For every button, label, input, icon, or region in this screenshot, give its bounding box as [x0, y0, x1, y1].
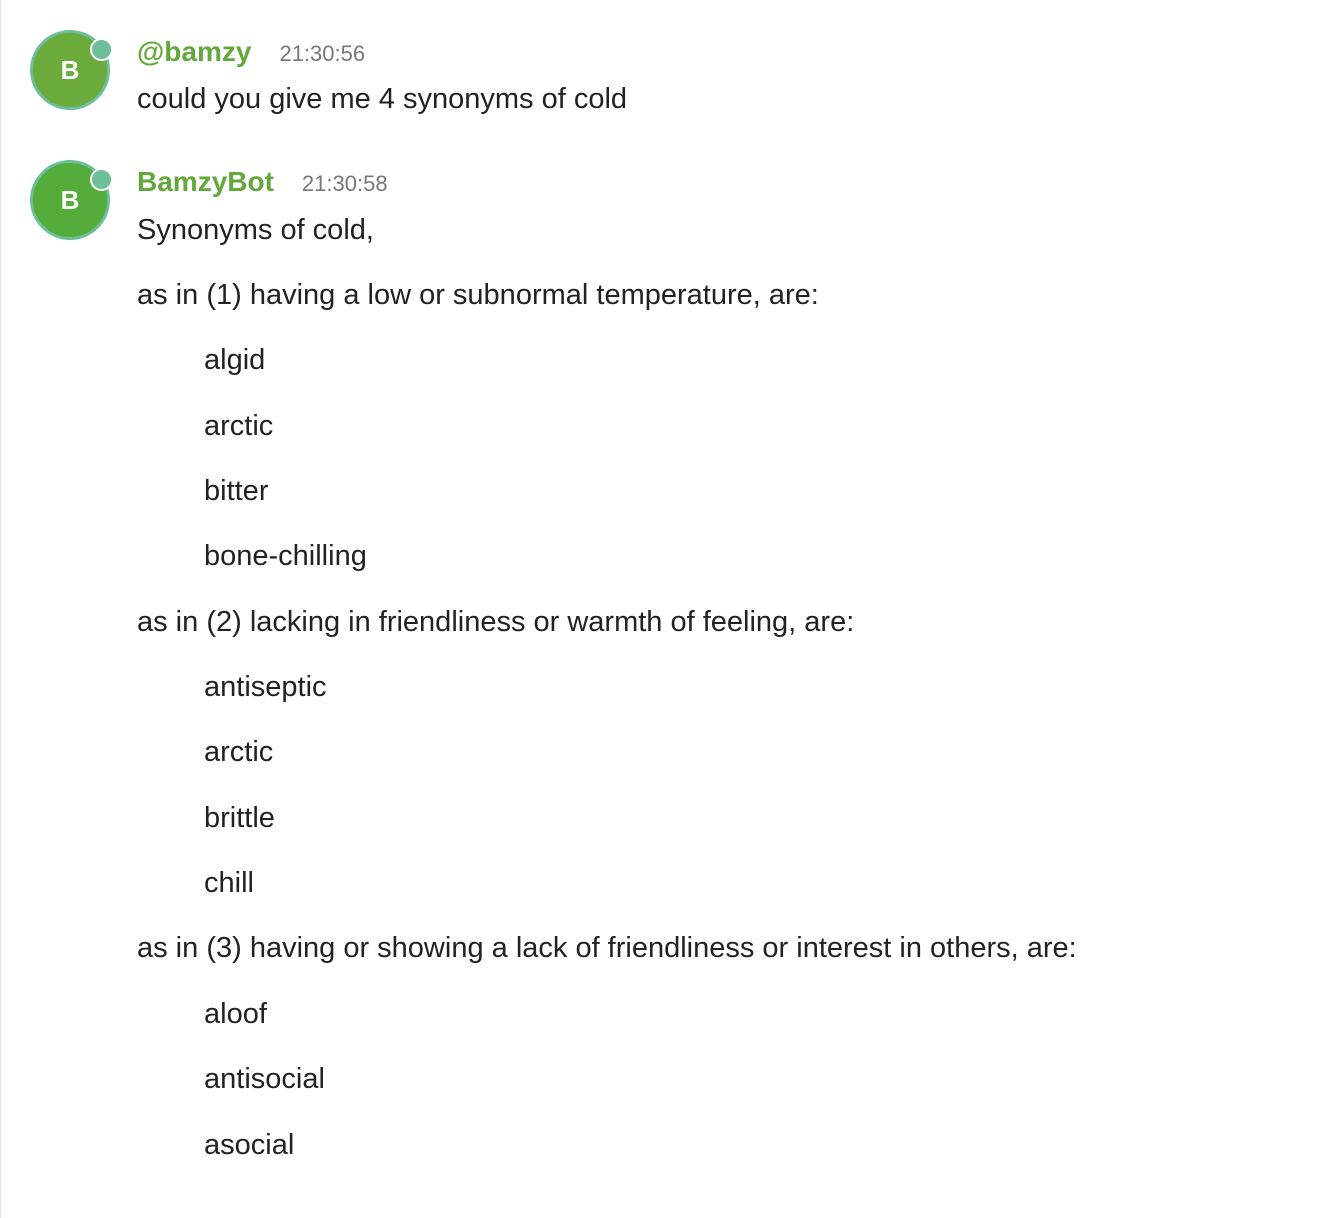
synonym-item: chill — [204, 867, 254, 899]
sense-heading: as in (3) having or showing a lack of fr… — [137, 932, 1077, 964]
sense-heading: as in (1) having a low or subnormal temp… — [137, 279, 819, 311]
message-intro-line: Synonyms of cold, — [137, 214, 374, 246]
synonym-item: bone-chilling — [204, 540, 367, 572]
message-timestamp: 21:30:56 — [279, 41, 366, 66]
online-status-icon — [90, 38, 113, 61]
author-name[interactable]: @bamzy — [137, 36, 251, 68]
synonym-item: bitter — [204, 475, 269, 507]
message-timestamp: 21:30:58 — [301, 171, 388, 196]
synonym-item: arctic — [204, 736, 274, 768]
author-name[interactable]: BamzyBot — [137, 166, 274, 198]
message-header: @bamzy 21:30:56 — [137, 36, 365, 68]
sense-heading: as in (2) lacking in friendliness or war… — [137, 606, 855, 638]
chat-left-border — [0, 0, 1, 1218]
synonym-item: brittle — [204, 802, 275, 834]
synonym-item: arctic — [204, 410, 274, 442]
synonym-item: antisocial — [204, 1063, 325, 1095]
message-header: BamzyBot 21:30:58 — [137, 166, 388, 198]
synonym-item: asocial — [204, 1129, 295, 1161]
avatar-bot-wrap[interactable]: B — [30, 160, 113, 240]
avatar-user-wrap[interactable]: B — [30, 30, 113, 110]
avatar-letter: B — [60, 184, 80, 215]
online-status-icon — [90, 168, 113, 191]
synonym-item: antiseptic — [204, 671, 327, 703]
synonym-item: algid — [204, 344, 266, 376]
message-text: could you give me 4 synonyms of cold — [137, 83, 628, 115]
avatar-letter: B — [60, 54, 80, 85]
synonym-item: aloof — [204, 998, 267, 1030]
